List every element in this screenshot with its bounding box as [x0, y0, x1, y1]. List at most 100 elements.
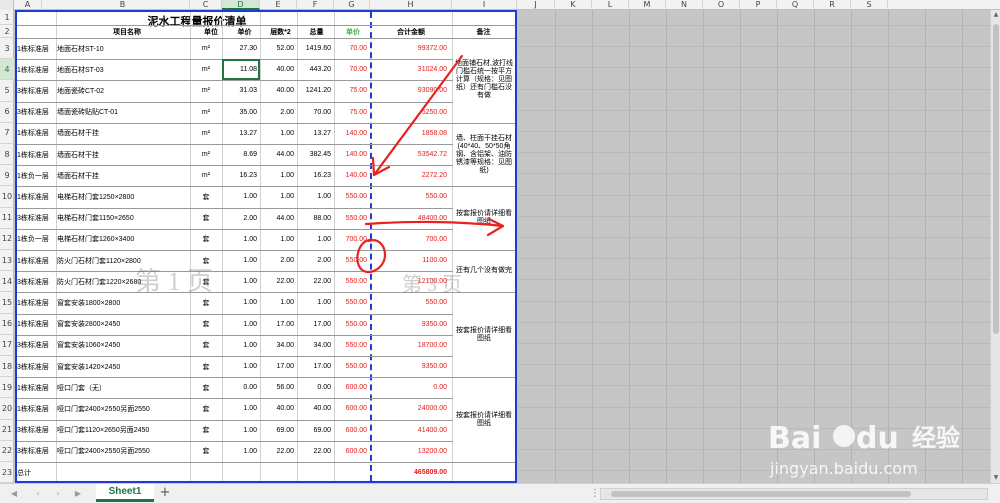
cell-c-16[interactable]: 套 [190, 314, 222, 335]
cell-e-8[interactable]: 44.00 [260, 144, 297, 165]
cell-a-18[interactable]: 3栋标准层 [17, 356, 57, 377]
cell-g-3[interactable]: 70.00 [334, 38, 370, 59]
row-header-12[interactable]: 12 [0, 229, 14, 250]
cell-c-4[interactable]: m² [190, 59, 222, 80]
row-header-16[interactable]: 16 [0, 314, 14, 335]
column-header-e[interactable]: E [260, 0, 297, 10]
row-header-5[interactable]: 5 [0, 80, 14, 102]
column-header-r[interactable]: R [814, 0, 851, 10]
cell-b-12[interactable]: 电梯石材门套1260×3400 [57, 229, 190, 250]
cell-c-18[interactable]: 套 [190, 356, 222, 377]
vertical-scrollbar[interactable]: ▲ ▼ [990, 10, 1000, 483]
cell-c-6[interactable]: m² [190, 102, 222, 123]
cell-c-7[interactable]: m² [190, 123, 222, 144]
cell-e-3[interactable]: 52.00 [260, 38, 297, 59]
header-remark[interactable]: 备注 [450, 27, 515, 37]
scroll-down-icon[interactable]: ▼ [991, 473, 1000, 483]
cell-f-13[interactable]: 2.00 [297, 250, 334, 271]
cell-d-18[interactable]: 1.00 [222, 356, 260, 377]
cell-e-7[interactable]: 1.00 [260, 123, 297, 144]
cell-f-6[interactable]: 70.00 [297, 102, 334, 123]
row-header-6[interactable]: 6 [0, 102, 14, 123]
cell-d-9[interactable]: 16.23 [222, 165, 260, 186]
column-header-b[interactable]: B [56, 0, 190, 10]
cell-c-15[interactable]: 套 [190, 292, 222, 313]
remark-note-n5[interactable]: 按套报价请详细看图纸 [453, 293, 515, 377]
cell-e-9[interactable]: 1.00 [260, 165, 297, 186]
cell-f-9[interactable]: 16.23 [297, 165, 334, 186]
cell-c-14[interactable]: 套 [190, 271, 222, 292]
cell-h-3[interactable]: 99372.00 [370, 38, 450, 59]
cell-d-16[interactable]: 1.00 [222, 314, 260, 335]
row-header-18[interactable]: 18 [0, 356, 14, 378]
cell-f-19[interactable]: 0.00 [297, 377, 334, 398]
column-header-g[interactable]: G [334, 0, 370, 10]
vertical-scroll-thumb[interactable] [993, 24, 999, 334]
header-price[interactable]: 单价 [227, 27, 262, 37]
cell-c-9[interactable]: m² [190, 165, 222, 186]
cell-h-4[interactable]: 31024.00 [370, 59, 450, 80]
cell-h-15[interactable]: 550.00 [370, 292, 450, 313]
cell-b-19[interactable]: 哑口门套（无） [57, 377, 190, 398]
row-header-1[interactable]: 1 [0, 10, 14, 25]
cell-h-11[interactable]: 48400.00 [370, 208, 450, 229]
total-value[interactable]: 465809.00 [370, 462, 450, 481]
sheet-tab-sheet1[interactable]: Sheet1 [96, 484, 154, 502]
cell-d-6[interactable]: 35.00 [222, 102, 260, 123]
cell-a-13[interactable]: 1栋标准层 [17, 250, 57, 271]
cell-g-7[interactable]: 140.00 [334, 123, 370, 144]
column-header-d[interactable]: D [222, 0, 260, 10]
row-header-4[interactable]: 4 [0, 59, 14, 81]
cell-d-12[interactable]: 1.00 [222, 229, 260, 250]
cell-g-18[interactable]: 550.00 [334, 356, 370, 377]
header-qty[interactable]: 总量 [299, 27, 334, 37]
last-sheet-icon[interactable]: ▶ [72, 487, 84, 501]
row-header-23[interactable]: 23 [0, 462, 14, 484]
cell-b-5[interactable]: 地面瓷砖CT-02 [57, 80, 190, 101]
cell-b-4[interactable]: 地面石材ST-03 [57, 59, 190, 80]
cell-d-21[interactable]: 1.00 [222, 420, 260, 441]
cell-c-3[interactable]: m² [190, 38, 222, 59]
first-sheet-icon[interactable]: ◀ [8, 487, 20, 501]
total-label[interactable]: 总计 [17, 462, 57, 481]
row-header-17[interactable]: 17 [0, 335, 14, 356]
cell-h-5[interactable]: 93090.00 [370, 80, 450, 101]
column-header-j[interactable]: J [517, 0, 555, 10]
cell-b-22[interactable]: 哑口门套2400×2550另面2550 [57, 441, 190, 462]
cell-f-11[interactable]: 88.00 [297, 208, 334, 229]
scroll-up-icon[interactable]: ▲ [991, 10, 1000, 20]
column-header-f[interactable]: F [297, 0, 334, 10]
horizontal-scrollbar[interactable] [600, 488, 988, 500]
column-header-i[interactable]: I [452, 0, 517, 10]
cell-e-10[interactable]: 1.00 [260, 186, 297, 207]
cell-b-14[interactable]: 防火门石材门套1220×2680 [57, 271, 190, 292]
cell-e-15[interactable]: 1.00 [260, 292, 297, 313]
header-unitprice[interactable]: 单价 [334, 27, 372, 37]
column-header-q[interactable]: Q [777, 0, 814, 10]
cell-b-15[interactable]: 窗套安装1800×2800 [57, 292, 190, 313]
cell-e-18[interactable]: 17.00 [260, 356, 297, 377]
column-header-m[interactable]: M [629, 0, 666, 10]
cell-c-12[interactable]: 套 [190, 229, 222, 250]
column-header-p[interactable]: P [740, 0, 777, 10]
cell-g-9[interactable]: 140.00 [334, 165, 370, 186]
cell-f-7[interactable]: 13.27 [297, 123, 334, 144]
cell-g-16[interactable]: 550.00 [334, 314, 370, 335]
cell-b-16[interactable]: 窗套安装2800×2450 [57, 314, 190, 335]
cell-b-20[interactable]: 哑口门套2400×2550另面2550 [57, 398, 190, 419]
cell-b-17[interactable]: 窗套安装1060×2450 [57, 335, 190, 356]
cell-f-20[interactable]: 40.00 [297, 398, 334, 419]
cell-g-6[interactable]: 75.00 [334, 102, 370, 123]
header-name[interactable]: 项目名称 [59, 27, 195, 37]
cell-g-20[interactable]: 600.00 [334, 398, 370, 419]
column-header-l[interactable]: L [592, 0, 629, 10]
cell-a-10[interactable]: 1栋标准层 [17, 186, 57, 207]
cell-g-21[interactable]: 600.00 [334, 420, 370, 441]
cell-a-14[interactable]: 3栋标准层 [17, 271, 57, 292]
cell-d-4[interactable]: 11.08 [222, 59, 260, 80]
row-header-3[interactable]: 3 [0, 38, 14, 60]
cell-e-19[interactable]: 56.00 [260, 377, 297, 398]
cell-e-20[interactable]: 40.00 [260, 398, 297, 419]
row-header-9[interactable]: 9 [0, 165, 14, 187]
remark-note-n1[interactable]: 地面铺石材,波打线门槛石统一按平方计算（规格：见图纸）还有门槛石没有做 [453, 39, 515, 122]
